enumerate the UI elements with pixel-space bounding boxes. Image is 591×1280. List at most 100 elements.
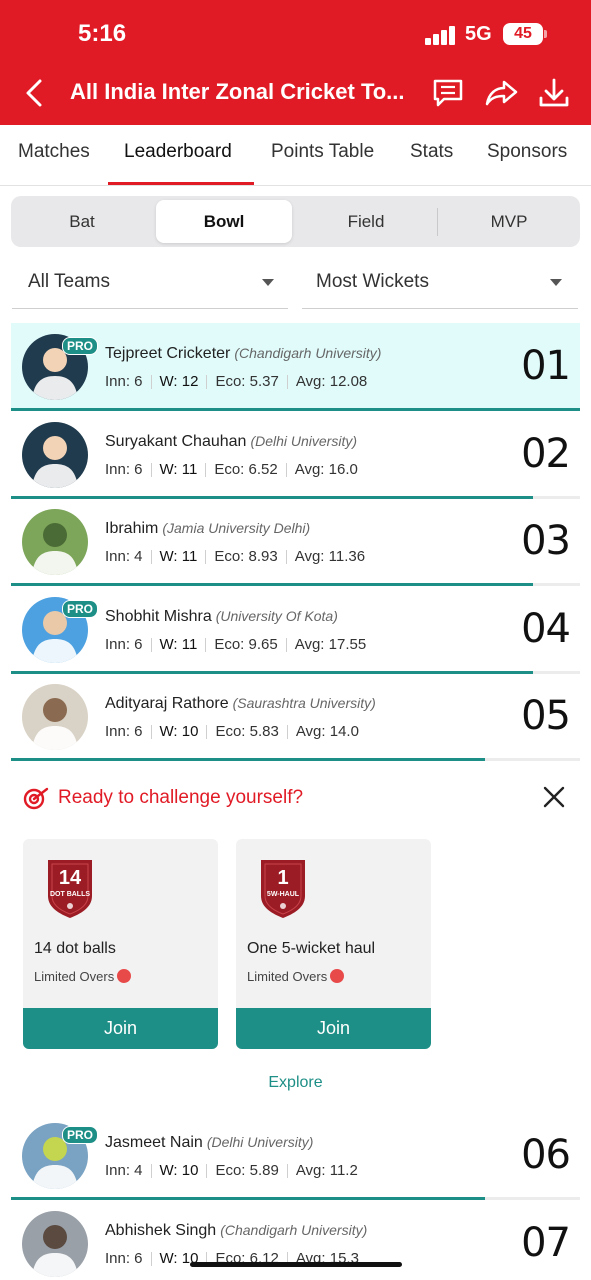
- player-rank: 04: [521, 606, 571, 652]
- join-button[interactable]: Join: [236, 1008, 431, 1049]
- stat-divider: [206, 375, 208, 390]
- back-icon[interactable]: [20, 76, 50, 110]
- chevron-down-icon: [550, 279, 562, 286]
- message-icon[interactable]: [430, 76, 466, 110]
- pro-badge: PRO: [62, 337, 99, 355]
- active-tab-indicator: [108, 182, 254, 185]
- player-name[interactable]: Shobhit Mishra: [105, 608, 212, 625]
- stat-economy: Eco: 5.83: [215, 723, 279, 740]
- stat-innings: Inn: 4: [105, 548, 143, 565]
- leaderboard-row[interactable]: Abhishek Singh (Chandigarh University) Inn…: [11, 1200, 580, 1280]
- player-rank: 05: [521, 693, 571, 739]
- segment-mvp[interactable]: MVP: [441, 200, 577, 243]
- stat-divider: [150, 1252, 152, 1267]
- stat-divider: [150, 1164, 152, 1179]
- player-name[interactable]: Tejpreet Cricketer: [105, 345, 230, 362]
- explore-link[interactable]: Explore: [0, 1074, 591, 1092]
- player-team: (Jamia University Delhi): [162, 520, 311, 536]
- leaderboard-row[interactable]: PRO Tejpreet Cricketer (Chandigarh Univers…: [11, 323, 580, 411]
- tab-bar: Matches Leaderboard Points Table Stats S…: [0, 125, 591, 186]
- challenge-section: Ready to challenge yourself? 14 DOT BALL…: [0, 770, 591, 1100]
- player-team: (Chandigarh University): [220, 1222, 368, 1238]
- player-name-line: Shobhit Mishra (University Of Kota): [105, 608, 338, 626]
- team-filter-dropdown[interactable]: All Teams: [12, 262, 288, 309]
- leaderboard-row[interactable]: Ibrahim (Jamia University Delhi) Inn: 4 W: …: [11, 498, 580, 586]
- leaderboard-row[interactable]: PRO Jasmeet Nain (Delhi University) Inn: 4 W…: [11, 1112, 580, 1200]
- player-name-line: Jasmeet Nain (Delhi University): [105, 1134, 313, 1152]
- player-stats: Inn: 4 W: 10 Eco: 5.89 Avg: 11.2: [105, 1162, 358, 1179]
- stat-divider: [286, 1164, 288, 1179]
- stat-economy: Eco: 5.37: [215, 373, 279, 390]
- avatar: [22, 422, 88, 488]
- challenge-card-title: One 5-wicket haul: [247, 940, 376, 957]
- stat-wickets: W: 10: [159, 723, 199, 740]
- challenge-card[interactable]: 1 5W-HAUL One 5-wicket haul Limited Over…: [236, 839, 431, 1049]
- stat-innings: Inn: 4: [105, 1162, 143, 1179]
- tab-stats[interactable]: Stats: [410, 141, 453, 163]
- segment-bowl[interactable]: Bowl: [156, 200, 292, 243]
- cricket-ball-icon: [117, 969, 132, 983]
- player-stats: Inn: 6 W: 10 Eco: 5.83 Avg: 14.0: [105, 723, 359, 740]
- player-team: (Delhi University): [206, 1134, 314, 1150]
- status-bar: 5:16 5G 45: [0, 0, 591, 62]
- player-team: (Delhi University): [250, 433, 358, 449]
- cricket-ball-icon: [330, 969, 345, 983]
- stat-divider: [205, 550, 207, 565]
- player-rank: 07: [521, 1220, 571, 1266]
- stat-economy: Eco: 5.89: [215, 1162, 279, 1179]
- challenge-card[interactable]: 14 DOT BALLS 14 dot balls Limited Overs …: [23, 839, 218, 1049]
- nav-bar: All India Inter Zonal Cricket To...: [0, 62, 591, 125]
- segment-bat[interactable]: Bat: [14, 200, 150, 243]
- stat-economy: Eco: 6.52: [214, 461, 278, 478]
- player-rank: 03: [521, 518, 571, 564]
- page-title: All India Inter Zonal Cricket To...: [70, 79, 405, 104]
- badge-label: 5W-HAUL: [267, 891, 300, 898]
- tab-matches[interactable]: Matches: [18, 141, 90, 163]
- stat-divider: [150, 725, 152, 740]
- segment-field[interactable]: Field: [298, 200, 434, 243]
- badge-number: 1: [277, 867, 288, 889]
- leaderboard-row[interactable]: Suryakant Chauhan (Delhi University) Inn: …: [11, 411, 580, 499]
- leaderboard-row[interactable]: Adityaraj Rathore (Saurashtra University)…: [11, 673, 580, 761]
- five-wicket-badge-icon: 1 5W-HAUL: [261, 860, 305, 918]
- player-name[interactable]: Suryakant Chauhan: [105, 433, 246, 450]
- badge-label: DOT BALLS: [50, 891, 90, 898]
- chevron-down-icon: [262, 279, 274, 286]
- download-icon[interactable]: [536, 76, 572, 110]
- player-rank: 06: [521, 1132, 571, 1178]
- tab-points-table[interactable]: Points Table: [271, 141, 374, 163]
- home-indicator: [190, 1262, 402, 1267]
- stat-average: Avg: 12.08: [295, 373, 368, 390]
- player-name[interactable]: Adityaraj Rathore: [105, 695, 229, 712]
- player-name[interactable]: Abhishek Singh: [105, 1222, 216, 1239]
- player-stats: Inn: 6 W: 11 Eco: 6.52 Avg: 16.0: [105, 461, 358, 478]
- challenge-card-subtitle: Limited Overs: [34, 969, 132, 984]
- join-button[interactable]: Join: [23, 1008, 218, 1049]
- stat-average: Avg: 17.55: [294, 636, 367, 653]
- player-stats: Inn: 4 W: 11 Eco: 8.93 Avg: 11.36: [105, 548, 365, 565]
- avatar: [22, 509, 88, 575]
- stat-average: Avg: 14.0: [295, 723, 359, 740]
- stat-economy: Eco: 8.93: [214, 548, 278, 565]
- battery-icon: 45: [503, 23, 543, 45]
- segment-divider: [437, 208, 438, 236]
- stat-divider: [205, 638, 207, 653]
- sort-filter-dropdown[interactable]: Most Wickets: [302, 262, 578, 309]
- stat-wickets: W: 11: [159, 548, 198, 565]
- stat-divider: [206, 725, 208, 740]
- player-name[interactable]: Jasmeet Nain: [105, 1134, 203, 1151]
- player-name[interactable]: Ibrahim: [105, 520, 158, 537]
- stat-average: Avg: 16.0: [294, 461, 358, 478]
- tab-sponsors[interactable]: Sponsors: [487, 141, 567, 163]
- close-icon[interactable]: [540, 783, 568, 811]
- avatar: [22, 1211, 88, 1277]
- team-filter-value: All Teams: [28, 271, 111, 292]
- leaderboard-row[interactable]: PRO Shobhit Mishra (University Of Kota) Inn…: [11, 586, 580, 674]
- progress-fill: [11, 758, 485, 761]
- stat-divider: [150, 638, 152, 653]
- share-icon[interactable]: [483, 76, 519, 110]
- player-name-line: Adityaraj Rathore (Saurashtra University): [105, 695, 376, 713]
- stat-innings: Inn: 6: [105, 1250, 143, 1267]
- target-icon: [23, 787, 49, 810]
- tab-leaderboard[interactable]: Leaderboard: [124, 141, 232, 163]
